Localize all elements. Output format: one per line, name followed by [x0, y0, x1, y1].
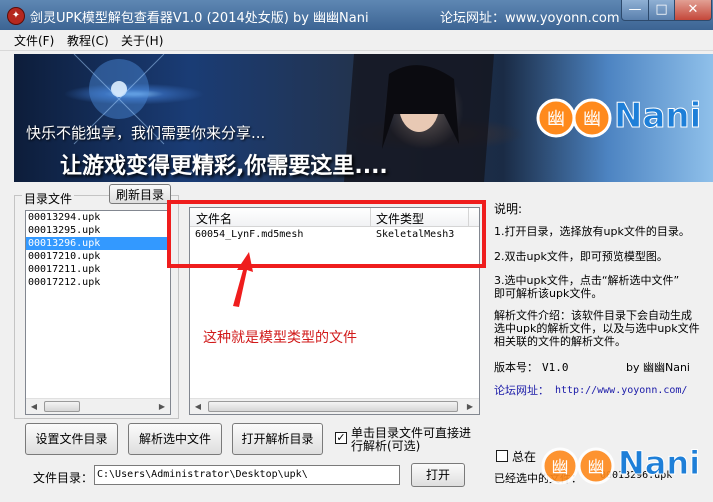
- scroll-right-icon[interactable]: ▶: [154, 399, 170, 414]
- scroll-left-icon[interactable]: ◀: [190, 399, 206, 414]
- auto-parse-label-line2: 行解析(可选): [351, 439, 421, 453]
- table-hscrollbar[interactable]: ◀ ▶: [190, 398, 479, 414]
- scroll-left-icon[interactable]: ◀: [26, 399, 42, 414]
- directory-path-input[interactable]: C:\Users\Administrator\Desktop\upk\: [94, 465, 400, 485]
- maximize-button[interactable]: □: [648, 0, 675, 21]
- banner-slogan-2: 让游戏变得更精彩,你需要这里....: [60, 154, 388, 179]
- forum-label: 论坛网址：: [494, 384, 549, 397]
- version-value: V1.0: [542, 361, 569, 374]
- auto-parse-label: 单击目录文件可直接进 行解析(可选): [351, 427, 471, 453]
- list-item[interactable]: 00017211.upk: [26, 263, 170, 276]
- banner-slogan-1: 快乐不能独享，我们需要你来分享...: [26, 124, 266, 142]
- version-label: 版本号：: [494, 361, 538, 374]
- title-forum-url: 论坛网址：www.yoyonn.com: [440, 11, 620, 26]
- annotation-text: 这种就是模型类型的文件: [203, 330, 357, 346]
- open-button[interactable]: 打开: [411, 463, 465, 487]
- scroll-right-icon[interactable]: ▶: [462, 399, 478, 414]
- open-parse-directory-button[interactable]: 打开解析目录: [232, 423, 323, 455]
- list-item[interactable]: 00017212.upk: [26, 276, 170, 289]
- list-item-selected[interactable]: 00013296.upk: [26, 237, 170, 250]
- window-title: 剑灵UPK模型解包查看器V1.0 (2014处女版) by 幽幽Nani: [30, 11, 369, 26]
- always-on-top-checkbox[interactable]: [496, 450, 508, 462]
- scroll-thumb[interactable]: [208, 401, 458, 412]
- info-step-3: 3.选中upk文件，点击“解析选中文件”: [494, 274, 680, 287]
- highlight-box: [167, 200, 486, 268]
- file-list-hscrollbar[interactable]: ◀ ▶: [26, 398, 170, 414]
- menu-about[interactable]: 关于(H): [121, 32, 163, 49]
- list-item[interactable]: 00017210.upk: [26, 250, 170, 263]
- banner-image: 快乐不能独享，我们需要你来分享... 让游戏变得更精彩,你需要这里.... 幽 …: [14, 54, 713, 182]
- annotation-arrow-icon: [233, 252, 253, 307]
- refresh-directory-button[interactable]: 刷新目录: [109, 184, 171, 204]
- list-item[interactable]: 00013294.upk: [26, 211, 170, 224]
- info-step-2: 2.双击upk文件，即可预览模型图。: [494, 250, 668, 263]
- parse-selected-button[interactable]: 解析选中文件: [128, 423, 222, 455]
- info-heading: 说明:: [494, 202, 523, 216]
- close-button[interactable]: ✕: [674, 0, 712, 21]
- info-step-3-cont: 即可解析该upk文件。: [494, 287, 603, 300]
- menu-tutorial[interactable]: 教程(C): [67, 32, 109, 49]
- author-text: by 幽幽Nani: [626, 361, 690, 374]
- nani-watermark-logo: 幽 幽 Nani: [520, 438, 713, 492]
- minimize-button[interactable]: —: [621, 0, 649, 21]
- info-intro-2: 选中upk的解析文件，以及与选中upk文件: [494, 322, 700, 335]
- file-list[interactable]: 00013294.upk 00013295.upk 00013296.upk 0…: [25, 210, 171, 415]
- scroll-thumb[interactable]: [44, 401, 80, 412]
- forum-link[interactable]: http://www.yoyonn.com/: [555, 384, 687, 398]
- nani-logo: 幽 幽 Nani: [534, 94, 704, 140]
- svg-text:幽: 幽: [552, 458, 569, 478]
- sword-app-icon: ✦: [7, 7, 25, 25]
- auto-parse-checkbox[interactable]: ✓: [335, 432, 347, 444]
- info-step-1: 1.打开目录，选择放有upk文件的目录。: [494, 225, 690, 238]
- menu-file[interactable]: 文件(F): [14, 32, 54, 49]
- title-bar[interactable]: ✦ 剑灵UPK模型解包查看器V1.0 (2014处女版) by 幽幽Nani 论…: [0, 0, 713, 30]
- list-item[interactable]: 00013295.upk: [26, 224, 170, 237]
- nani-watermark-text: Nani: [617, 444, 701, 483]
- directory-group-label: 目录文件: [22, 190, 75, 207]
- nani-logo-text: Nani: [613, 96, 702, 137]
- menu-bar: 文件(F) 教程(C) 关于(H): [0, 30, 713, 51]
- svg-text:幽: 幽: [583, 109, 601, 130]
- set-directory-button[interactable]: 设置文件目录: [25, 423, 118, 455]
- info-intro-3: 相关联的文件的解析文件。: [494, 335, 626, 348]
- info-intro-1: 解析文件介绍：该软件目录下会自动生成: [494, 309, 692, 322]
- path-label: 文件目录：: [33, 471, 94, 485]
- svg-text:幽: 幽: [547, 109, 565, 130]
- svg-text:幽: 幽: [588, 458, 605, 478]
